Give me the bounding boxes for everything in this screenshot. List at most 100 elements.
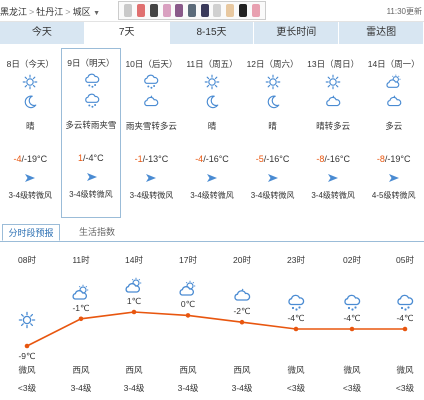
day-low-temp: /-19°C [21,154,48,164]
partly-cloudy-icon [71,284,91,302]
cloud-snow-icon [142,74,160,90]
breadcrumb: 黑龙江 > 牡丹江 > 城区 ▼ [0,5,100,18]
day-date: 10日（后天） [125,59,178,69]
moon-icon [21,94,39,110]
hour-temperature: -2℃ [233,306,251,317]
day-column[interactable]: 9日（明天） 多云转雨夹雪 1/-4°C 3-4级转微风 [60,48,121,218]
breadcrumb-district[interactable]: 城区 [73,7,91,17]
cloud-snow-icon [83,73,101,89]
hour-wind-direction: 微风 [18,365,36,375]
tab-hourly-forecast[interactable]: 分时段预报 [2,224,60,241]
day-high-temp: -5 [255,154,264,164]
hour-wind-level: <3级 [342,383,362,393]
day-weather-desc: 多云 [385,121,403,131]
tab-radar[interactable]: 雷达图 [339,22,424,44]
breadcrumb-province[interactable]: 黑龙江 [0,7,27,17]
tab-long-range[interactable]: 更长时间 [254,22,340,44]
hour-wind-level: 3-4级 [177,383,199,393]
day-date: 12日（周六） [246,59,299,69]
hour-wind-direction: 西风 [233,365,251,375]
day-wind: 3-4级转微风 [190,191,234,200]
sun-icon [324,74,342,90]
day-column[interactable]: 13日（周日） 晴转多云 -8/-16°C 3-4级转微风 [303,50,363,216]
chevron-down-icon[interactable]: ▼ [93,10,100,17]
hour-time: 14时 [125,255,143,265]
day-wind: 3-4级转微风 [8,191,53,200]
temperature-point [78,316,84,322]
day-temperature: -8/-16°C [303,154,363,164]
sun-icon [203,74,221,90]
temperature-point [185,313,191,318]
hour-wind-level: 3-4级 [70,383,92,393]
tab-8-15days[interactable]: 8-15天 [169,22,255,44]
cloud-snow-icon [342,294,362,312]
hour-temperature: -4℃ [287,313,305,323]
hour-wind-direction: 西风 [179,365,197,375]
day-temperature: -5/-16°C [243,154,303,164]
hour-time: 08时 [18,255,36,265]
cloud-night-icon [232,287,252,305]
sun-icon [21,74,39,90]
temperature-point [402,326,408,332]
forecast-tabs: 今天 7天 8-15天 更长时间 雷达图 [0,22,424,44]
cloud-night-icon [142,94,160,110]
hour-wind-level: 3-4级 [123,383,145,393]
day-column[interactable]: 12日（周六） 晴 -5/-16°C 3-4级转微风 [243,50,303,216]
breadcrumb-city[interactable]: 牡丹江 [36,7,63,17]
day-wind: 4-5级转微风 [371,191,416,200]
cloud-night-icon [385,94,403,110]
tab-7days[interactable]: 7天 [84,22,170,44]
partly-cloudy-icon [178,280,198,298]
temperature-point [293,326,299,332]
cloud-snow-icon [286,294,306,312]
day-wind: 3-4级转微风 [311,191,355,200]
day-temperature: -4/-19°C [0,154,60,164]
day-low-temp: /-16°C [263,154,290,164]
moon-icon [264,94,282,110]
hour-wind-level: <3级 [395,383,415,393]
day-weather-desc: 晴转多云 [316,121,351,131]
partly-cloudy-icon [124,277,144,295]
hour-wind-direction: 微风 [396,365,414,375]
day-high-temp: -1 [134,154,143,164]
day-low-temp: /-4°C [83,153,104,163]
hour-wind-level: <3级 [17,383,37,393]
wind-arrow-icon [267,173,279,183]
ad-banner[interactable] [118,1,266,20]
tab-today[interactable]: 今天 [0,22,85,44]
hour-time: 20时 [233,255,251,265]
day-column[interactable]: 14日（周一） 多云 -8/-19°C 4-5级转微风 [364,50,424,216]
hour-temperature: -4℃ [396,313,414,323]
day-column[interactable]: 11日（周五） 晴 -4/-16°C 3-4级转微风 [182,50,242,216]
day-column[interactable]: 8日（今天） 晴 -4/-19°C 3-4级转微风 [0,50,60,216]
hour-time: 17时 [179,255,197,265]
hour-wind-direction: 西风 [125,365,143,375]
day-column[interactable]: 10日（后天） 雨夹雪转多云 -1/-13°C 3-4级转微风 [121,50,181,216]
day-temperature: -1/-13°C [121,154,181,164]
day-date: 8日（今天） [6,59,54,69]
temperature-point [24,343,30,349]
tab-life-index[interactable]: 生活指数 [72,224,122,241]
day-low-temp: /-16°C [324,154,350,164]
hour-wind-direction: 西风 [72,365,90,375]
moon-icon [203,94,221,110]
day-weather-desc: 晴 [26,121,35,131]
day-date: 13日（周日） [307,59,360,69]
day-temperature: -8/-19°C [364,154,424,164]
cloud-snow-icon [395,294,415,312]
day-weather-desc: 多云转雨夹雪 [65,120,117,130]
hour-temperature: 0℃ [180,299,196,310]
day-low-temp: /-13°C [142,154,169,164]
wind-arrow-icon [327,173,339,183]
hour-wind-direction: 微风 [287,365,305,375]
hour-temperature: -1℃ [72,302,90,313]
hourly-forecast: 08时 -9℃ 微风 <3级 11时 -1℃ 西风 3-4级 14时 1℃ 西风 3-4级 17时 0℃ 西… [0,242,424,400]
day-weather-desc: 晴 [207,121,217,131]
day-wind: 3-4级转微风 [69,190,113,199]
hour-wind-level: <3级 [286,383,306,393]
hour-time: 11时 [72,255,90,265]
wind-arrow-icon [145,173,157,183]
day-wind: 3-4级转微风 [250,191,295,200]
temperature-point [239,319,245,325]
hour-time: 02时 [343,255,361,265]
